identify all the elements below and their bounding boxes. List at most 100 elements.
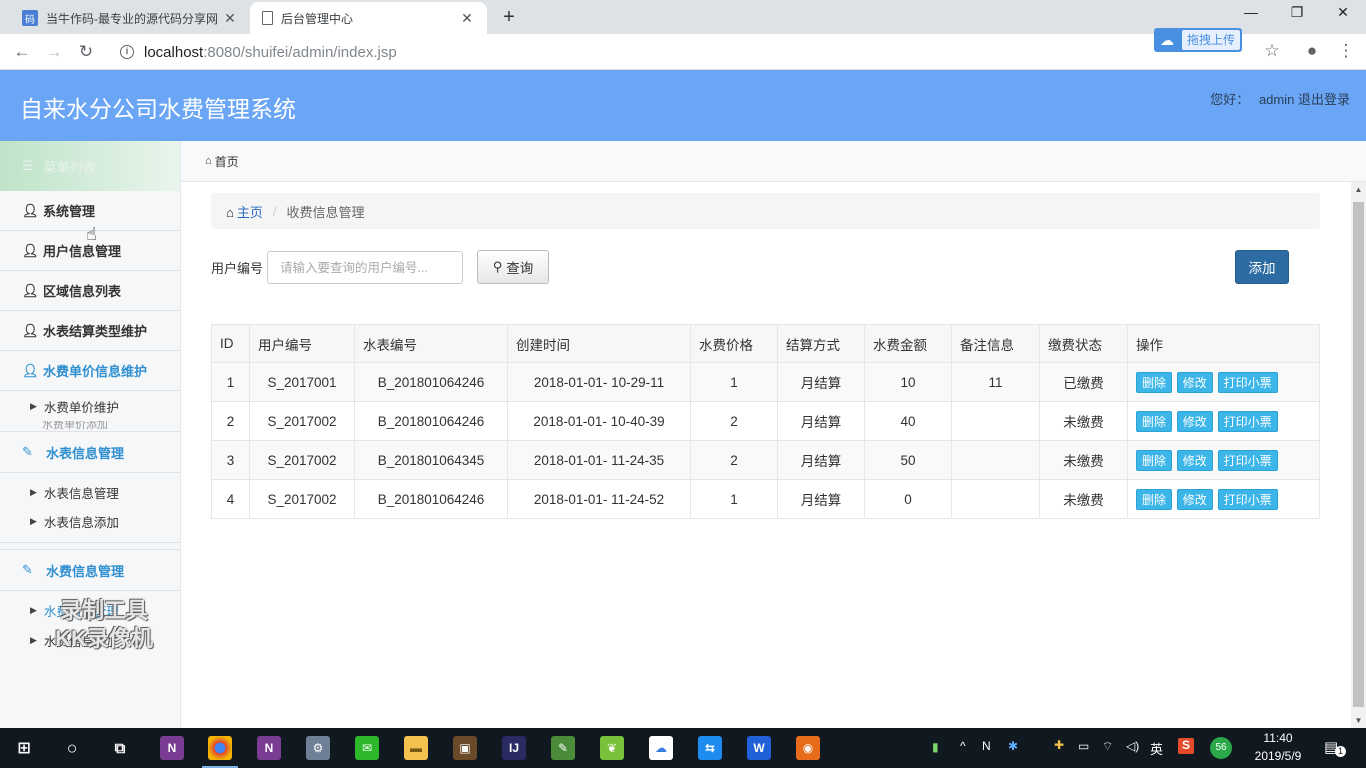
folder-icon[interactable]: ▬ [404, 736, 428, 760]
cell-status: 已缴费 [1039, 362, 1128, 402]
sidebar-item-regions[interactable]: 👤︎ 区域信息列表 [0, 271, 180, 311]
menu-kebab-icon[interactable]: ⋮ [1335, 41, 1357, 61]
address-bar[interactable]: i localhost :8080/shuifei/admin/index.js… [112, 38, 1212, 66]
cell-price: 2 [690, 401, 778, 441]
delete-button[interactable]: 删除 [1136, 488, 1173, 510]
app-icon[interactable]: ▣ [453, 736, 477, 760]
delete-button[interactable]: 删除 [1136, 449, 1173, 471]
sidebar-item-label: 水表结算类型维护 [43, 324, 148, 339]
star-icon[interactable]: ☆ [1261, 41, 1283, 61]
cell-price: 1 [690, 362, 778, 402]
sidebar-sub-meter-add[interactable]: ▶ 水表信息添加 [0, 507, 180, 543]
print-button[interactable]: 打印小票 [1217, 371, 1278, 393]
upload-label: 拖拽上传 [1182, 30, 1240, 50]
sidebar-item-settle-types[interactable]: 👤︎ 水表结算类型维护 [0, 311, 180, 351]
edit-button[interactable]: 修改 [1176, 410, 1213, 432]
user-id-search-input[interactable] [267, 251, 463, 284]
top-breadcrumb: ⌂ 首页 [181, 141, 1366, 182]
cell-settle: 月结算 [777, 401, 865, 441]
vertical-scrollbar[interactable]: ▲ ▼ [1351, 182, 1366, 728]
edit-button[interactable]: 修改 [1176, 449, 1213, 471]
logout-link[interactable]: 退出登录 [1298, 92, 1350, 107]
add-button[interactable]: 添加 [1235, 250, 1289, 284]
back-icon[interactable]: ← [10, 40, 34, 64]
volume-icon[interactable]: ◁) [1126, 739, 1139, 753]
delete-button[interactable]: 删除 [1136, 371, 1173, 393]
sidebar-group-meter[interactable]: ✎ 水表信息管理 [0, 431, 180, 473]
leaf-app-icon[interactable]: ❦ [600, 736, 624, 760]
new-tab-icon[interactable]: + [498, 6, 520, 29]
cell-status: 未缴费 [1039, 479, 1128, 519]
recorder-icon[interactable]: ◉ [796, 736, 820, 760]
menu-heading: ☰ 菜单列表 [0, 141, 180, 191]
tab-dangniu[interactable]: 码 当牛作码-最专业的源代码分享网 ✕ [10, 2, 250, 34]
wps-icon[interactable]: W [747, 736, 771, 760]
print-button[interactable]: 打印小票 [1217, 449, 1278, 471]
scroll-thumb[interactable] [1353, 202, 1364, 707]
onenote-tray-icon[interactable]: N [982, 739, 991, 753]
sidebar-item-unit-price[interactable]: 👤︎ 水费单价信息维护 [0, 351, 180, 391]
forward-icon[interactable]: → [42, 40, 66, 64]
account-icon[interactable]: ● [1301, 41, 1323, 61]
task-view-icon[interactable]: ⧉ [108, 736, 132, 760]
window-close-icon[interactable]: ✕ [1320, 4, 1366, 21]
notepad-icon[interactable]: ✎ [551, 736, 575, 760]
onenote-2-icon[interactable]: N [257, 736, 281, 760]
caret-right-icon: ▶ [30, 400, 37, 411]
scroll-up-icon[interactable]: ▲ [1351, 185, 1366, 194]
search-icon[interactable]: ○ [60, 736, 84, 760]
teamviewer-icon[interactable]: ⇆ [698, 736, 722, 760]
delete-button[interactable]: 删除 [1136, 410, 1173, 432]
minimize-icon[interactable]: — [1228, 4, 1274, 20]
wifi-icon[interactable]: ⌔ [1102, 739, 1113, 754]
onenote-icon[interactable]: N [160, 736, 184, 760]
cell-user: S_2017002 [249, 401, 355, 441]
query-button-label: 查询 [506, 261, 534, 276]
plus-tray-icon[interactable]: ✚ [1054, 738, 1064, 752]
url-host: localhost [144, 43, 204, 61]
intellij-icon[interactable]: IJ [502, 736, 526, 760]
sidebar-sub-price-add[interactable]: 水费单价添加 [0, 421, 180, 431]
top-breadcrumb-label[interactable]: 首页 [215, 153, 239, 170]
cell-id: 3 [211, 440, 250, 480]
edit-icon: ✎ [22, 562, 33, 577]
ime-indicator[interactable]: 英 [1150, 739, 1163, 758]
print-button[interactable]: 打印小票 [1217, 410, 1278, 432]
close-icon[interactable]: ✕ [459, 10, 475, 27]
query-button[interactable]: ⚲ 查询 [477, 250, 549, 284]
security-badge[interactable]: 56 [1210, 737, 1232, 759]
scroll-down-icon[interactable]: ▼ [1351, 716, 1366, 725]
clock-date[interactable]: 2019/5/9 [1248, 749, 1308, 763]
print-button[interactable]: 打印小票 [1217, 488, 1278, 510]
column-header: 备注信息 [951, 324, 1040, 363]
clock-time[interactable]: 11:40 [1250, 731, 1306, 745]
edit-button[interactable]: 修改 [1176, 371, 1213, 393]
close-icon[interactable]: ✕ [222, 10, 238, 27]
sidebar-item-label: 系统管理 [43, 204, 96, 219]
chrome-icon[interactable] [202, 736, 238, 768]
url-path: :8080/shuifei/admin/index.jsp [203, 43, 397, 61]
sidebar-group-fee[interactable]: ✎ 水费信息管理 [0, 549, 180, 591]
cloud-drive-icon[interactable]: ☁ [649, 736, 673, 760]
power-icon[interactable]: ▭ [1078, 739, 1089, 753]
maximize-icon[interactable]: ❐ [1274, 4, 1320, 21]
battery-icon[interactable]: ▮ [932, 740, 939, 754]
windows-start-icon[interactable]: ⊞ [12, 736, 36, 760]
gear-app-icon[interactable]: ⚙ [306, 736, 330, 760]
wechat-icon[interactable]: ✉ [355, 736, 379, 760]
edit-button[interactable]: 修改 [1176, 488, 1213, 510]
reload-icon[interactable]: ↻ [74, 40, 98, 64]
sidebar-sub-price-maintain[interactable]: ▶ 水费单价维护 [0, 391, 180, 421]
upload-widget[interactable]: ☁ 拖拽上传 [1154, 28, 1242, 52]
cell-note [951, 401, 1040, 441]
welcome-text: 您好： [1210, 92, 1250, 107]
chevron-up-icon[interactable]: ^ [960, 739, 966, 753]
sidebar-sub-meter-manage[interactable]: ▶ 水表信息管理 [0, 477, 180, 507]
menu-heading-label: 菜单列表 [43, 159, 96, 175]
info-icon[interactable]: i [120, 45, 134, 59]
breadcrumb-home[interactable]: ⌂ 主页 [226, 202, 263, 221]
sogou-icon[interactable]: S [1178, 738, 1194, 754]
tab-admin[interactable]: 后台管理中心 ✕ [250, 2, 487, 34]
user-icon: 👤︎ [22, 322, 39, 338]
bluetooth-icon[interactable]: ✱ [1008, 739, 1018, 753]
